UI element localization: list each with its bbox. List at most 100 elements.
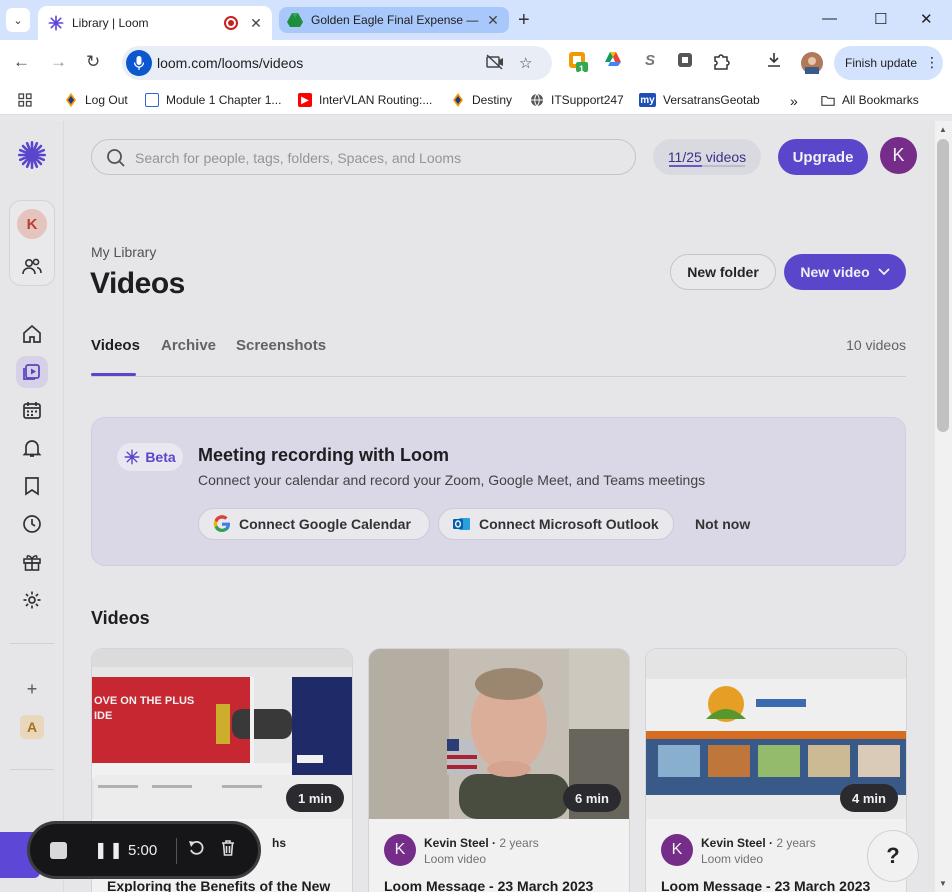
recording-controls: ❚❚ 5:00 xyxy=(27,821,261,879)
video-title[interactable]: Exploring the Benefits of the New xyxy=(107,878,330,892)
tab-videos[interactable]: Videos xyxy=(91,337,140,376)
search-input[interactable]: Search for people, tags, folders, Spaces… xyxy=(91,139,636,175)
add-workspace-icon[interactable]: + xyxy=(16,673,48,705)
beta-label: Beta xyxy=(145,449,176,465)
video-usage-meter[interactable]: 11/25 videos xyxy=(653,139,761,175)
workspace-a[interactable]: A xyxy=(16,711,48,743)
user-avatar[interactable]: K xyxy=(880,137,917,174)
my-icon: my xyxy=(639,93,656,107)
stop-recording-button[interactable] xyxy=(50,842,67,859)
maximize-icon[interactable]: ☐ xyxy=(874,10,887,28)
flame-icon xyxy=(64,93,78,107)
url-text: loom.com/looms/videos xyxy=(157,55,304,71)
settings-gear-icon[interactable] xyxy=(16,584,48,616)
people-icon[interactable] xyxy=(16,251,48,283)
tab-screenshots[interactable]: Screenshots xyxy=(236,337,326,354)
video-title[interactable]: Loom Message - 23 March 2023 xyxy=(384,878,593,892)
new-folder-button[interactable]: New folder xyxy=(670,254,776,290)
finish-update-label: Finish update xyxy=(845,56,918,70)
tab-title: Library | Loom xyxy=(72,16,149,30)
all-bookmarks-label: All Bookmarks xyxy=(842,93,919,107)
bell-icon[interactable] xyxy=(16,432,48,464)
apps-grid-icon[interactable] xyxy=(18,93,32,107)
connect-outlook-button[interactable]: Connect Microsoft Outlook xyxy=(438,508,674,540)
bookmark-versatransgeotab[interactable]: my VersatransGeotab xyxy=(639,93,760,107)
pause-icon[interactable]: ❚❚ xyxy=(94,840,125,860)
more-bookmarks-icon[interactable]: » xyxy=(790,93,798,109)
library-videos-icon[interactable] xyxy=(16,356,48,388)
scrollbar-thumb[interactable] xyxy=(937,139,949,432)
bookmark-itsupport247[interactable]: ITSupport247 xyxy=(530,93,624,107)
loom-logo-icon[interactable] xyxy=(16,139,48,171)
author-avatar: K xyxy=(661,834,693,866)
home-icon[interactable] xyxy=(16,318,48,350)
loom-favicon-icon xyxy=(48,15,64,31)
new-video-button[interactable]: New video xyxy=(784,254,906,290)
author-name[interactable]: Kevin Steel xyxy=(424,836,489,850)
google-g-icon xyxy=(213,515,231,533)
bookmark-label: Module 1 Chapter 1... xyxy=(166,93,282,107)
video-type: Loom video xyxy=(701,852,764,866)
bookmark-intervlan[interactable]: ▶ InterVLAN Routing:... xyxy=(298,93,432,107)
tab-loom-library[interactable]: Library | Loom ✕ xyxy=(38,6,272,40)
recording-timer: 5:00 xyxy=(128,842,158,859)
author-line: Kevin Steel · 2 years xyxy=(701,836,816,850)
tab-golden-eagle[interactable]: Golden Eagle Final Expense — ✕ xyxy=(279,7,509,33)
upgrade-button[interactable]: Upgrade xyxy=(778,139,868,175)
page-title: Videos xyxy=(90,267,185,300)
all-bookmarks-folder[interactable]: All Bookmarks xyxy=(821,93,919,107)
new-tab-button[interactable]: + xyxy=(518,9,530,32)
help-button[interactable]: ? xyxy=(867,830,919,882)
address-bar[interactable]: loom.com/looms/videos ☆ xyxy=(122,46,552,80)
workspace-switcher[interactable]: K xyxy=(9,200,55,286)
scroll-down-icon[interactable]: ▼ xyxy=(939,879,947,888)
minimize-icon[interactable]: — xyxy=(822,10,837,27)
finish-update-button[interactable]: Finish update ⋮ xyxy=(834,46,943,80)
gift-icon[interactable] xyxy=(16,546,48,578)
bookmark-module-1[interactable]: Module 1 Chapter 1... xyxy=(145,93,281,107)
google-drive-icon[interactable] xyxy=(605,52,621,70)
shield-extension-icon[interactable] xyxy=(677,52,693,72)
bookmark-label: InterVLAN Routing:... xyxy=(319,93,433,107)
tab-archive[interactable]: Archive xyxy=(161,337,216,354)
microphone-icon[interactable] xyxy=(126,50,152,76)
breadcrumb: My Library xyxy=(91,244,157,260)
close-tab-icon[interactable]: ✕ xyxy=(248,15,264,32)
forward-icon[interactable]: → xyxy=(50,52,67,72)
page-scrollbar[interactable]: ▲ ▼ xyxy=(935,121,952,892)
not-now-button[interactable]: Not now xyxy=(695,516,750,532)
download-icon[interactable] xyxy=(766,52,782,72)
doc-icon xyxy=(145,93,159,107)
bookmark-star-icon[interactable]: ☆ xyxy=(519,54,532,72)
loom-star-icon xyxy=(124,449,140,465)
author-name[interactable]: Kevin Steel xyxy=(701,836,766,850)
connect-google-calendar-button[interactable]: Connect Google Calendar xyxy=(198,508,430,540)
chevron-down-icon: ⌄ xyxy=(13,14,23,27)
camera-blocked-icon[interactable] xyxy=(486,54,504,74)
video-title[interactable]: Loom Message - 23 March 2023 xyxy=(661,878,870,892)
close-tab-icon[interactable]: ✕ xyxy=(485,12,501,29)
recorder-divider xyxy=(176,838,177,864)
bookmark-destiny[interactable]: Destiny xyxy=(451,93,512,107)
tab-search-button[interactable]: ⌄ xyxy=(6,8,30,32)
calendar-icon[interactable] xyxy=(16,394,48,426)
scroll-up-icon[interactable]: ▲ xyxy=(939,125,947,134)
reload-icon[interactable]: ↻ xyxy=(86,52,100,72)
duration-badge: 1 min xyxy=(286,784,344,812)
restart-icon[interactable] xyxy=(188,839,206,862)
sidebar-divider xyxy=(10,643,54,644)
bookmark-icon[interactable] xyxy=(16,470,48,502)
back-icon[interactable]: ← xyxy=(13,52,30,72)
clock-icon[interactable] xyxy=(16,508,48,540)
puzzle-extensions-icon[interactable] xyxy=(712,52,730,74)
s-extension-icon[interactable]: S xyxy=(645,52,655,69)
bookmark-log-out[interactable]: Log Out xyxy=(64,93,128,107)
close-window-icon[interactable]: ✕ xyxy=(920,10,933,28)
video-card[interactable]: 6 min K Kevin Steel · 2 years Loom video… xyxy=(368,648,630,892)
workspace-avatar[interactable]: K xyxy=(17,209,47,239)
profile-avatar-icon[interactable] xyxy=(801,52,823,78)
new-video-label: New video xyxy=(800,264,870,280)
more-vert-icon: ⋮ xyxy=(925,54,939,70)
video-age: 2 years xyxy=(776,836,816,850)
trash-icon[interactable] xyxy=(219,839,237,862)
